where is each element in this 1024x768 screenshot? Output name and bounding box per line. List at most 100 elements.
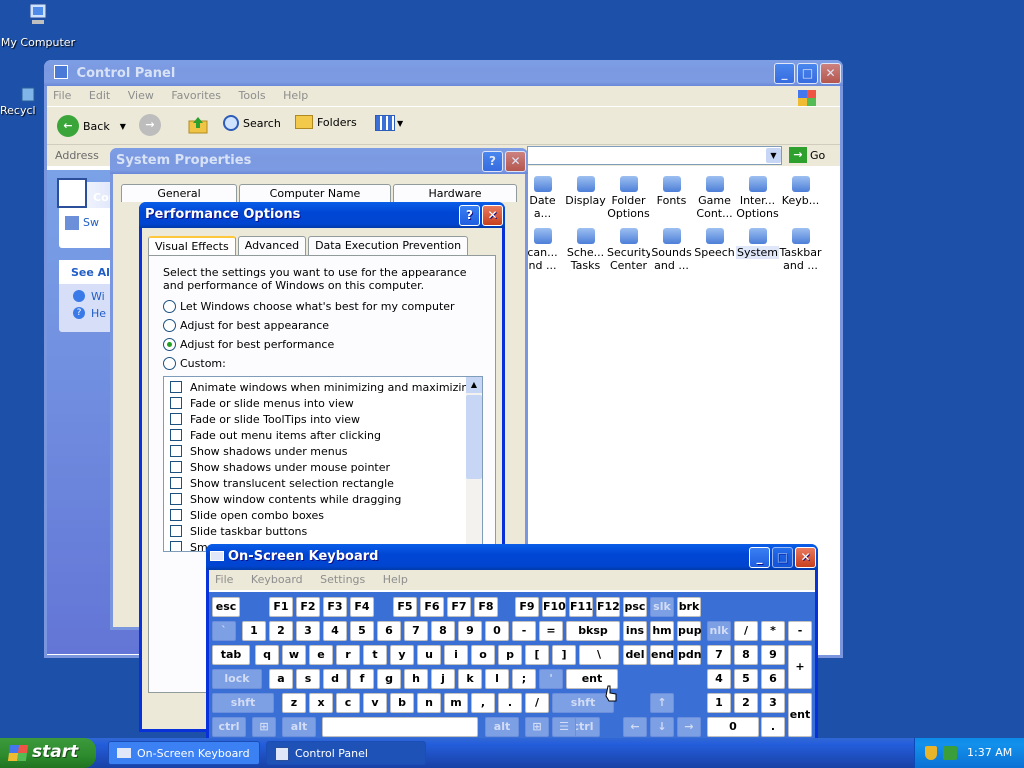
taskbar-item-on-screen-keyboard[interactable]: On-Screen Keyboard [108,741,260,765]
key-6[interactable]: 6 [377,621,401,641]
key-nlk[interactable]: nlk [707,621,731,641]
key-esc[interactable]: esc [212,597,240,617]
tab-data-execution-prevention[interactable]: Data Execution Prevention [308,236,469,255]
key-f[interactable]: f [350,669,374,689]
effect-checkbox[interactable]: Fade or slide menus into view [164,395,482,411]
tab-general[interactable]: General [121,184,237,202]
key-u[interactable]: u [417,645,441,665]
cp-item[interactable]: Keyb... [779,176,822,220]
key-c[interactable]: c [336,693,360,713]
key-del[interactable]: del [623,645,647,665]
effect-checkbox[interactable]: Animate windows when minimizing and maxi… [164,379,482,395]
key-F9[interactable]: F9 [515,597,539,617]
key-F1[interactable]: F1 [269,597,293,617]
scroll-up-button[interactable]: ▲ [466,377,482,393]
cp-item[interactable]: Speech [693,228,736,272]
key-sym[interactable]: ; [512,669,536,689]
close-button[interactable]: ✕ [482,205,503,226]
key-9[interactable]: 9 [458,621,482,641]
key-menu-icon[interactable]: ☰ [552,717,576,737]
desktop-icon-my-computer[interactable]: My Computer [0,2,76,49]
key-F2[interactable]: F2 [296,597,320,617]
key-sym[interactable]: * [761,621,785,641]
key-ins[interactable]: ins [623,621,647,641]
key-0[interactable]: 0 [485,621,509,641]
key-g[interactable]: g [377,669,401,689]
key-F5[interactable]: F5 [393,597,417,617]
views-button[interactable]: ▼ [375,115,403,131]
cp-item[interactable]: Security Center [607,228,650,272]
key-F6[interactable]: F6 [420,597,444,617]
key-5[interactable]: 5 [350,621,374,641]
key-shft[interactable]: shft [212,693,274,713]
menu-favorites[interactable]: Favorites [171,89,221,102]
effect-checkbox[interactable]: Fade or slide ToolTips into view [164,411,482,427]
cp-item[interactable]: Display [564,176,607,220]
cp-item[interactable]: Fonts [650,176,693,220]
key-F4[interactable]: F4 [350,597,374,617]
key-s[interactable]: s [296,669,320,689]
key-z[interactable]: z [282,693,306,713]
key-arrow-down-icon[interactable]: ↓ [650,717,674,737]
menu-tools[interactable]: Tools [239,89,266,102]
key-F12[interactable]: F12 [596,597,620,617]
menu-help[interactable]: Help [283,89,308,102]
key-sym[interactable]: - [788,621,812,641]
key-5[interactable]: 5 [734,669,758,689]
effect-checkbox[interactable]: Show shadows under mouse pointer [164,459,482,475]
key-F3[interactable]: F3 [323,597,347,617]
key-ctrl[interactable]: ctrl [212,717,246,737]
menu-file[interactable]: File [215,573,233,586]
cp-item[interactable]: System [736,228,779,272]
help-button[interactable]: ? [459,205,480,226]
close-button[interactable]: ✕ [820,63,841,84]
key-3[interactable]: 3 [761,693,785,713]
desktop-icon-recycle-bin[interactable]: Recycl [0,86,50,117]
key-9[interactable]: 9 [761,645,785,665]
security-shield-icon[interactable] [925,746,937,760]
close-button[interactable]: ✕ [795,547,816,568]
key-p[interactable]: p [498,645,522,665]
key-sym[interactable]: . [761,717,785,737]
key-pup[interactable]: pup [677,621,702,641]
key-4[interactable]: 4 [707,669,731,689]
key-F8[interactable]: F8 [474,597,498,617]
key-bksp[interactable]: bksp [566,621,620,641]
key-1[interactable]: 1 [707,693,731,713]
maximize-button[interactable]: □ [772,547,793,568]
effect-checkbox[interactable]: Show shadows under menus [164,443,482,459]
key-7[interactable]: 7 [404,621,428,641]
minimize-button[interactable]: _ [774,63,795,84]
key-arrow-up-icon[interactable]: ↑ [650,693,674,713]
key-2[interactable]: 2 [269,621,293,641]
key-o[interactable]: o [471,645,495,665]
key-sym[interactable]: ' [539,669,563,689]
key-sym[interactable]: ] [552,645,576,665]
menu-file[interactable]: File [53,89,71,102]
key-n[interactable]: n [417,693,441,713]
key-v[interactable]: v [363,693,387,713]
key-alt[interactable]: alt [282,717,316,737]
key-windows-icon[interactable]: ⊞ [252,717,276,737]
radio-let-windows-choose[interactable]: Let Windows choose what's best for my co… [163,300,481,313]
cp-item[interactable]: Folder Options [607,176,650,220]
key-alt[interactable]: alt [485,717,519,737]
search-button[interactable]: Search [223,115,281,131]
key-space[interactable] [322,717,478,737]
key-y[interactable]: y [390,645,414,665]
key-pdn[interactable]: pdn [677,645,702,665]
tab-advanced[interactable]: Advanced [237,236,307,255]
key-w[interactable]: w [282,645,306,665]
key-b[interactable]: b [390,693,414,713]
go-button[interactable]: → Go [789,147,825,163]
key-6[interactable]: 6 [761,669,785,689]
cp-item[interactable]: Inter... Options [736,176,779,220]
menu-help[interactable]: Help [383,573,408,586]
key-j[interactable]: j [431,669,455,689]
key-sym[interactable]: [ [525,645,549,665]
key-l[interactable]: l [485,669,509,689]
cp-item[interactable]: Taskbar and ... [779,228,822,272]
scroll-thumb[interactable] [466,395,482,479]
system-properties-titlebar[interactable]: System Properties ? ✕ [110,148,528,174]
tab-hardware[interactable]: Hardware [393,184,517,202]
